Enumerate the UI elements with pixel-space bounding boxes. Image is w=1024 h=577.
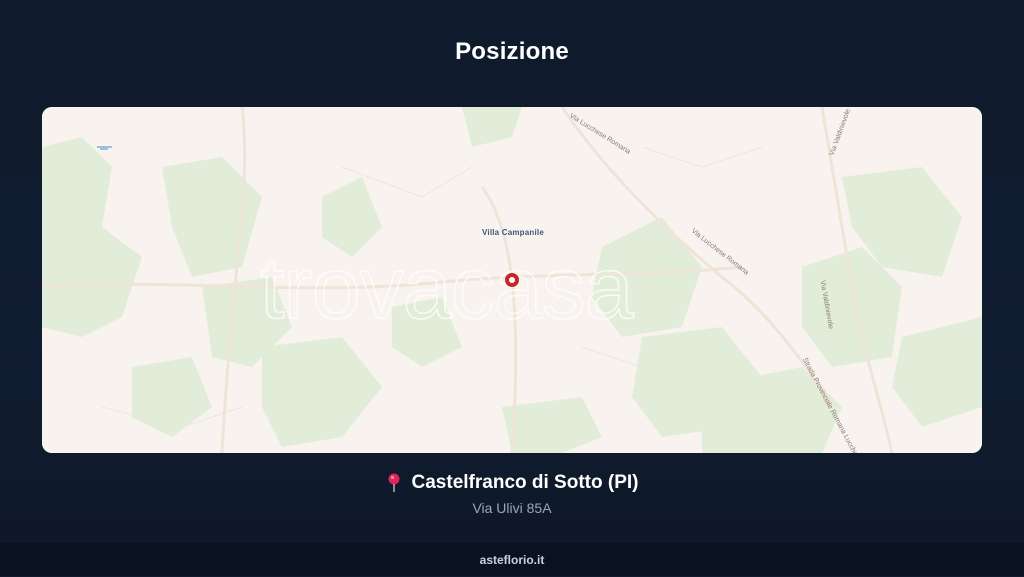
map-pin-icon [388,473,400,492]
place-label: Villa Campanile [482,228,544,237]
location-city: Castelfranco di Sotto (PI) [411,472,639,493]
footer: asteflorio.it [0,543,1024,576]
location-info: Castelfranco di Sotto (PI) [0,472,1024,498]
location-marker-icon[interactable] [504,272,520,288]
location-map[interactable]: trovacasa Villa Campanile Via Lucchese R… [42,107,982,453]
footer-site-link[interactable]: asteflorio.it [480,553,545,567]
brand-watermark: trovacasa [259,237,634,338]
location-address: Via Ulivi 85A [472,500,552,516]
page-title: Posizione [455,38,569,65]
